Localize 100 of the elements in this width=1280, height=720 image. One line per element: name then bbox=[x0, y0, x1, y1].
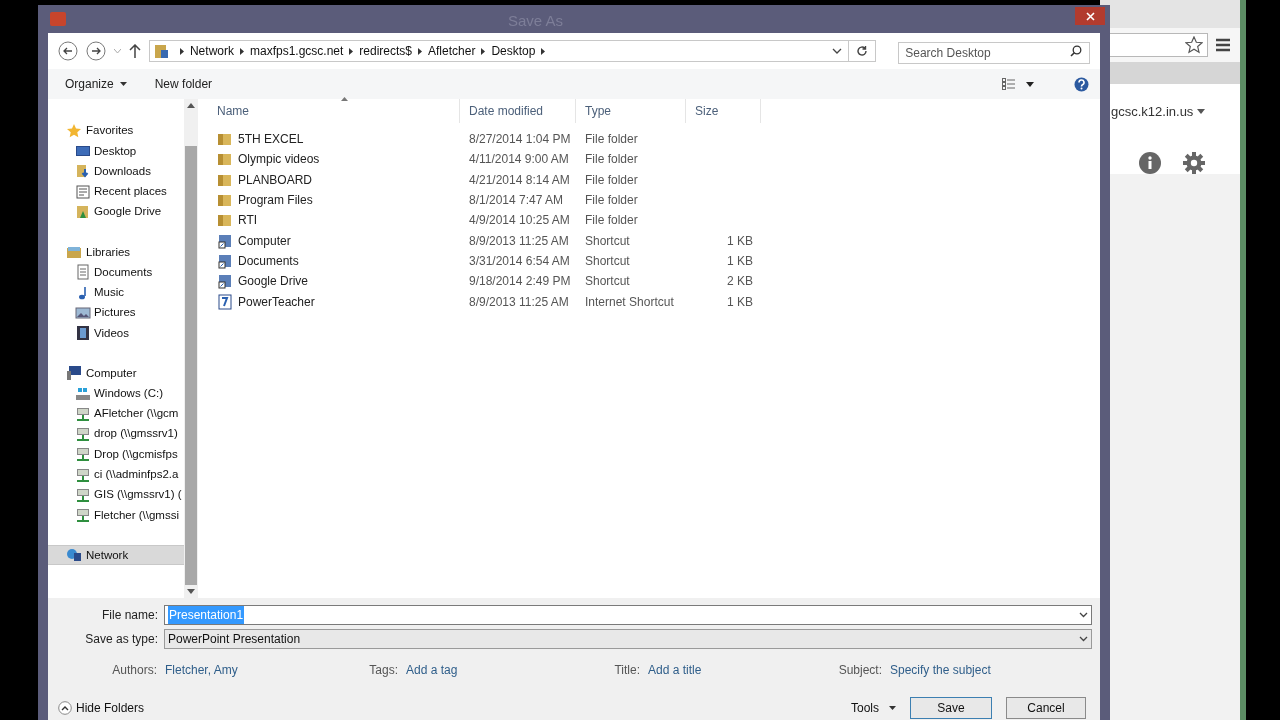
scrollbar-thumb[interactable] bbox=[185, 146, 197, 585]
scroll-up-icon[interactable] bbox=[187, 103, 195, 108]
collapse-icon[interactable] bbox=[58, 701, 72, 715]
close-button[interactable] bbox=[1075, 7, 1105, 25]
file-name[interactable]: Google Drive bbox=[238, 272, 309, 291]
save-type-dropdown[interactable]: PowerPoint Presentation bbox=[164, 629, 1092, 649]
info-icon[interactable] bbox=[1139, 151, 1161, 174]
date-cell: 4/11/2014 9:00 AM bbox=[469, 152, 569, 167]
date-cell: 4/9/2014 10:25 AM bbox=[469, 213, 570, 228]
breadcrumb-arrow-icon[interactable] bbox=[239, 47, 244, 55]
drive-icon bbox=[75, 385, 91, 402]
scrollbar[interactable] bbox=[184, 99, 198, 598]
back-icon[interactable] bbox=[58, 41, 78, 61]
save-button[interactable]: Save bbox=[910, 697, 992, 719]
metadata-link[interactable]: Add a tag bbox=[406, 661, 458, 679]
globe-icon bbox=[66, 547, 82, 564]
new-folder-button[interactable]: New folder bbox=[154, 75, 213, 93]
column-header[interactable]: Size bbox=[686, 99, 761, 123]
breadcrumb-arrow-icon[interactable] bbox=[418, 47, 423, 55]
search-field[interactable]: Search Desktop bbox=[898, 42, 1090, 64]
file-name[interactable]: Olympic videos bbox=[238, 150, 320, 169]
folder-icon bbox=[66, 244, 82, 261]
help-icon[interactable] bbox=[1074, 76, 1089, 92]
sidebar-item[interactable]: Network bbox=[48, 545, 184, 566]
forward-icon[interactable] bbox=[86, 41, 106, 61]
sidebar-item[interactable]: GIS (\\gmssrv1) ( bbox=[48, 484, 184, 506]
file-name[interactable]: RTI bbox=[238, 211, 258, 230]
file-name[interactable]: PowerTeacher bbox=[238, 292, 315, 311]
type-cell: Internet Shortcut bbox=[585, 294, 674, 309]
hide-folders-button[interactable]: Hide Folders bbox=[76, 699, 145, 717]
sidebar-item[interactable]: AFletcher (\\gcm bbox=[48, 403, 184, 424]
breadcrumb[interactable]: Desktop bbox=[491, 42, 536, 60]
breadcrumb-arrow-icon[interactable] bbox=[179, 47, 184, 55]
type-cell: File folder bbox=[585, 132, 638, 147]
sidebar-item[interactable]: Computer bbox=[48, 363, 184, 384]
sidebar-item[interactable]: Videos bbox=[48, 323, 184, 344]
breadcrumb-arrow-icon[interactable] bbox=[541, 47, 546, 55]
sidebar-item[interactable]: Documents bbox=[48, 262, 184, 283]
sidebar-item[interactable]: Google Drive bbox=[48, 201, 184, 223]
date-cell: 8/27/2014 1:04 PM bbox=[469, 132, 571, 147]
sidebar-item[interactable]: Windows (C:) bbox=[48, 383, 184, 404]
scroll-down-icon[interactable] bbox=[187, 589, 195, 594]
caret-icon[interactable] bbox=[1197, 109, 1206, 115]
size-cell: 1 KB bbox=[727, 253, 753, 268]
shortcut-icon bbox=[217, 252, 233, 269]
refresh-icon[interactable] bbox=[856, 45, 869, 57]
sidebar-item[interactable]: Drop (\\gcmisfps bbox=[48, 444, 184, 465]
sidebar-item[interactable]: Libraries bbox=[48, 242, 184, 263]
metadata-link[interactable]: Fletcher, Amy bbox=[165, 661, 238, 679]
sidebar-item[interactable]: Fletcher (\\gmssi bbox=[48, 505, 184, 526]
breadcrumb[interactable]: maxfps1.gcsc.net bbox=[249, 42, 344, 60]
network-drive-icon bbox=[75, 405, 91, 422]
folder-icon bbox=[217, 131, 233, 148]
breadcrumb-arrow-icon[interactable] bbox=[349, 47, 354, 55]
column-header[interactable]: Date modified bbox=[460, 99, 576, 123]
network-drive-icon bbox=[75, 466, 91, 483]
chevron-icon[interactable] bbox=[832, 47, 843, 55]
metadata-link[interactable]: Add a title bbox=[648, 661, 702, 679]
sidebar-item[interactable]: Downloads bbox=[48, 161, 184, 182]
breadcrumb[interactable]: Network bbox=[189, 42, 234, 60]
sidebar-item[interactable]: Music bbox=[48, 282, 184, 303]
tools-button[interactable]: Tools bbox=[851, 699, 896, 717]
sidebar-item[interactable]: ci (\\adminfps2.a bbox=[48, 464, 184, 485]
metadata-label: Title: bbox=[614, 662, 640, 679]
document-icon bbox=[75, 264, 91, 281]
breadcrumb-arrow-icon[interactable] bbox=[481, 47, 486, 55]
file-name[interactable]: PLANBOARD bbox=[238, 170, 313, 189]
type-cell: File folder bbox=[585, 213, 638, 228]
menu-icon[interactable] bbox=[1216, 38, 1230, 52]
file-name[interactable]: Program Files bbox=[238, 191, 313, 210]
date-cell: 3/31/2014 6:54 AM bbox=[469, 253, 570, 268]
column-header[interactable]: Type bbox=[576, 99, 686, 123]
size-cell: 1 KB bbox=[727, 294, 753, 309]
file-name[interactable]: 5TH EXCEL bbox=[238, 130, 304, 149]
folder-icon bbox=[75, 204, 91, 221]
file-name[interactable]: Computer bbox=[238, 231, 291, 250]
size-cell: 1 KB bbox=[727, 233, 753, 248]
sidebar-item[interactable]: Favorites bbox=[48, 121, 184, 141]
star-icon[interactable] bbox=[1185, 36, 1203, 54]
cancel-button[interactable]: Cancel bbox=[1006, 697, 1086, 719]
file-name[interactable]: Documents bbox=[238, 251, 299, 270]
breadcrumb[interactable]: redirects$ bbox=[359, 42, 413, 60]
sidebar-item[interactable]: Recent places bbox=[48, 181, 184, 202]
chevron-icon[interactable] bbox=[1079, 612, 1088, 618]
settings-icon[interactable] bbox=[1183, 151, 1205, 174]
metadata-link[interactable]: Specify the subject bbox=[890, 661, 991, 679]
address-bar[interactable]: Network maxfps1.gcsc.net redirects$ Afletcher Desktop bbox=[148, 40, 877, 62]
chevron-icon[interactable] bbox=[1079, 636, 1088, 642]
metadata-label: Authors: bbox=[112, 662, 157, 679]
up-arrow-icon[interactable] bbox=[128, 44, 141, 58]
organize-button[interactable]: Organize bbox=[65, 75, 127, 93]
metadata-label: Subject: bbox=[838, 662, 882, 679]
breadcrumb[interactable]: Afletcher bbox=[428, 42, 476, 60]
sidebar-item[interactable]: drop (\\gmssrv1) bbox=[48, 423, 184, 445]
view-options-icon[interactable] bbox=[1002, 78, 1034, 90]
sidebar-item[interactable]: Pictures bbox=[48, 302, 184, 324]
sidebar-item[interactable]: Desktop bbox=[48, 141, 184, 162]
sort-arrow-icon bbox=[341, 97, 348, 101]
caret-icon bbox=[889, 706, 896, 710]
network-drive-icon bbox=[75, 507, 91, 524]
